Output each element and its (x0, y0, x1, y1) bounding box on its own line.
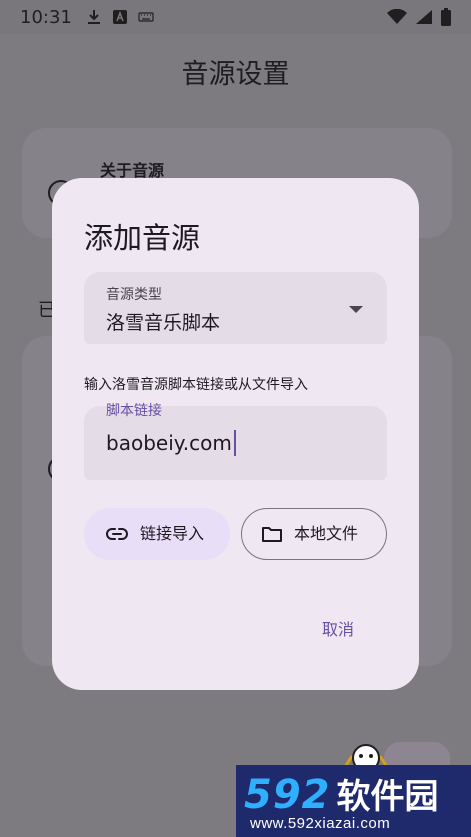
status-system-icons (387, 8, 451, 26)
script-link-value: baobeiy.com (106, 431, 232, 455)
battery-icon (441, 8, 451, 26)
link-import-button[interactable]: 链接导入 (84, 508, 230, 560)
cancel-button[interactable]: 取消 (322, 616, 354, 640)
link-icon (106, 528, 128, 540)
script-link-input[interactable]: baobeiy.com (106, 430, 236, 456)
source-type-select[interactable]: 音源类型 洛雪音乐脚本 (84, 272, 387, 344)
watermark-number: 592 (244, 772, 331, 818)
folder-icon (262, 527, 282, 542)
link-import-label: 链接导入 (140, 524, 205, 543)
import-hint: 输入洛雪音源脚本链接或从文件导入 (84, 377, 308, 393)
add-source-dialog: 添加音源 音源类型 洛雪音乐脚本 输入洛雪音源脚本链接或从文件导入 脚本链接 b… (52, 178, 419, 690)
status-bar: 10:31 (0, 0, 471, 34)
status-notification-icons (86, 9, 154, 25)
script-link-label: 脚本链接 (106, 403, 162, 419)
signal-icon (416, 10, 432, 24)
text-caret (233, 430, 236, 456)
keyboard-a-icon (112, 10, 127, 24)
wifi-icon (387, 9, 407, 24)
dialog-title: 添加音源 (84, 221, 201, 255)
local-file-button[interactable]: 本地文件 (241, 508, 387, 560)
download-icon (87, 10, 100, 24)
local-file-label: 本地文件 (294, 524, 359, 543)
source-type-value: 洛雪音乐脚本 (106, 312, 221, 334)
watermark-logo: 592 软件园 www.592xiazai.com (236, 765, 471, 837)
status-time: 10:31 (20, 6, 72, 28)
page-title: 音源设置 (181, 59, 290, 90)
source-type-label: 音源类型 (106, 287, 162, 303)
keyboard-icon (138, 12, 154, 22)
dropdown-arrow-icon[interactable] (349, 306, 363, 313)
watermark-url: www.592xiazai.com (250, 815, 391, 832)
watermark-name: 软件园 (336, 777, 439, 817)
script-link-field[interactable]: 脚本链接 baobeiy.com (84, 403, 387, 480)
